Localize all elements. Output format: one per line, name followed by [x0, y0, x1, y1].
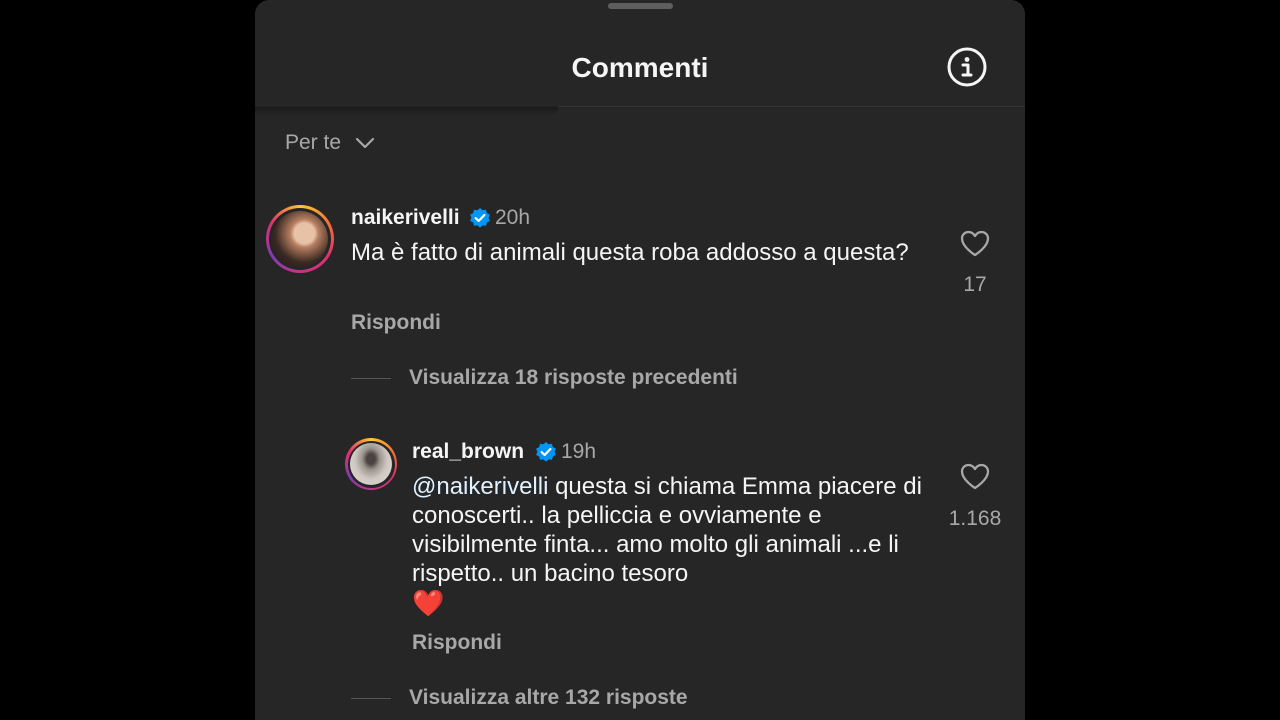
- sort-label: Per te: [285, 131, 342, 154]
- like-count: 17: [963, 273, 987, 296]
- comment-username[interactable]: naikerivelli: [351, 205, 460, 231]
- page-title: Commenti: [571, 52, 709, 83]
- like-heart-icon[interactable]: [960, 463, 990, 490]
- sort-dropdown[interactable]: Per te: [285, 128, 375, 158]
- view-more-label: Visualizza altre 132 risposte: [409, 686, 688, 709]
- chevron-down-icon: [355, 137, 375, 149]
- thread-line: [351, 697, 391, 699]
- view-previous-replies-button[interactable]: Visualizza 18 risposte precedenti: [351, 365, 738, 391]
- reply-username[interactable]: real_brown: [412, 439, 524, 465]
- reply-button[interactable]: Rispondi: [351, 310, 441, 336]
- verified-badge-icon: [470, 208, 490, 228]
- view-more-replies-button[interactable]: Visualizza altre 132 risposte: [351, 685, 688, 711]
- view-replies-label: Visualizza 18 risposte precedenti: [409, 366, 738, 389]
- verified-badge-icon: [536, 442, 556, 462]
- like-count: 1.168: [948, 507, 1002, 530]
- like-heart-icon[interactable]: [960, 230, 990, 257]
- avatar[interactable]: [266, 205, 334, 273]
- info-icon[interactable]: [947, 47, 987, 87]
- heart-emoji: ❤️: [412, 588, 445, 618]
- header-shadow: [255, 106, 558, 116]
- drag-handle[interactable]: [608, 3, 673, 9]
- thread-line: [351, 377, 391, 379]
- reply-time: 19h: [561, 440, 597, 463]
- mention-link[interactable]: @naikerivelli: [412, 473, 548, 500]
- avatar[interactable]: [345, 438, 397, 490]
- comment-time: 20h: [495, 206, 531, 229]
- comment-text: Ma è fatto di animali questa roba addoss…: [351, 239, 909, 266]
- reply-text: @naikerivelli questa si chiama Emma piac…: [412, 472, 932, 618]
- comments-sheet: Commenti Per te naikerivelli 20h Ma è fa…: [255, 0, 1025, 720]
- reply-button[interactable]: Rispondi: [412, 630, 502, 656]
